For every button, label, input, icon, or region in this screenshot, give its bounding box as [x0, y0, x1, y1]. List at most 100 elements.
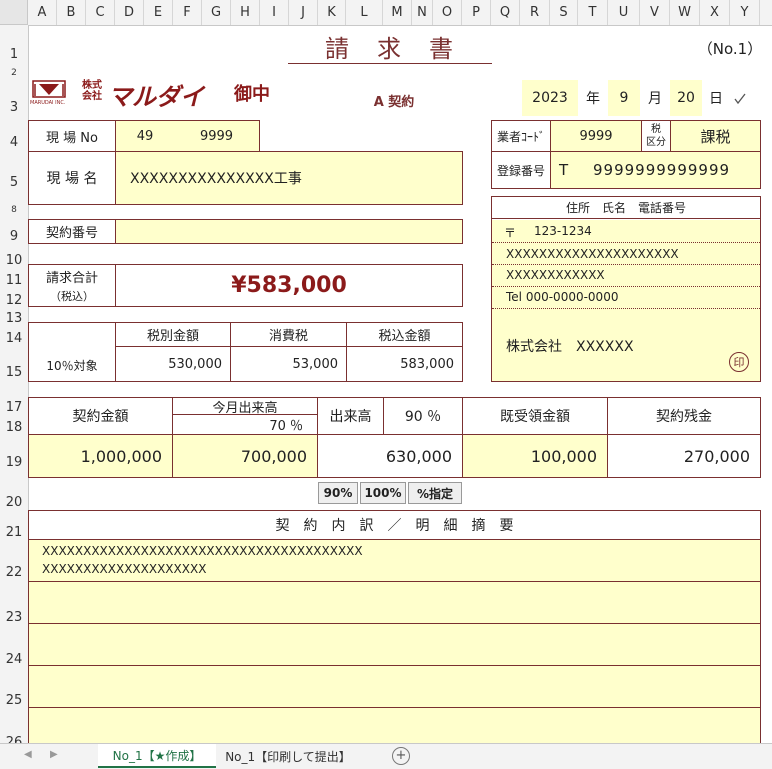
received-amount[interactable]: 100,000 — [462, 434, 608, 478]
month-unit: 月 — [648, 91, 662, 107]
column-header-F[interactable]: F — [173, 0, 202, 25]
postal-code[interactable]: 123-1234 — [534, 224, 592, 238]
row-header-24[interactable]: 24 — [0, 652, 28, 667]
column-header-B[interactable]: B — [57, 0, 86, 25]
column-header-N[interactable]: N — [412, 0, 433, 25]
details-line-1[interactable]: XXXXXXXXXXXXXXXXXXXXXXXXXXXXXXXXXXXXXXX — [42, 544, 363, 558]
received-label: 既受領金額 — [462, 397, 608, 435]
remaining-label: 契約残金 — [607, 397, 761, 435]
column-header-A[interactable]: A — [28, 0, 57, 25]
column-header-R[interactable]: R — [520, 0, 550, 25]
row-header-9[interactable]: 9 — [0, 229, 28, 244]
column-header-L[interactable]: L — [346, 0, 383, 25]
dekidaka-pct[interactable]: 90 ％ — [383, 397, 463, 435]
tel[interactable]: Tel 000-0000-0000 — [506, 290, 618, 304]
row-header-15[interactable]: 15 — [0, 365, 28, 380]
site-name-field[interactable]: XXXXXXXXXXXXXXX工事 — [115, 151, 463, 205]
day-field[interactable]: 20 — [670, 80, 702, 116]
column-header-K[interactable]: K — [318, 0, 346, 25]
row-header-25[interactable]: 25 — [0, 693, 28, 708]
contract-amount-field[interactable]: 1,000,000 — [28, 434, 173, 478]
row-header-10[interactable]: 10 — [0, 253, 28, 268]
postal-mark: 〒 — [504, 226, 517, 240]
reg-no-label: 登録番号 — [491, 151, 551, 189]
details-header: 契 約 内 訳 ／ 明 細 摘 要 — [28, 510, 761, 540]
column-header-D[interactable]: D — [115, 0, 144, 25]
column-header-C[interactable]: C — [86, 0, 115, 25]
scroll-right-icon[interactable]: ▶ — [50, 749, 58, 760]
month-field[interactable]: 9 — [608, 80, 640, 116]
site-no-1-field[interactable]: 49 — [115, 120, 175, 152]
row-header-3[interactable]: 3 — [0, 100, 28, 115]
column-header-E[interactable]: E — [144, 0, 173, 25]
address-line-1[interactable]: XXXXXXXXXXXXXXXXXXXXX — [506, 247, 679, 261]
row-header-1[interactable]: 1 — [0, 47, 28, 62]
row-header-21[interactable]: 21 — [0, 525, 28, 540]
logo-subtext: MARUDAI INC. — [30, 100, 66, 106]
contract-no-field[interactable] — [115, 219, 463, 244]
this-month-label: 今月出来高 — [172, 397, 318, 416]
row-header-13[interactable]: 13 — [0, 311, 28, 326]
row-header-20[interactable]: 20 — [0, 495, 28, 510]
column-header-T[interactable]: T — [578, 0, 608, 25]
column-header-P[interactable]: P — [462, 0, 491, 25]
tax-value-tax: 53,000 — [230, 346, 347, 382]
tax-header-incl: 税込金額 — [346, 322, 463, 347]
row-header-18[interactable]: 18 — [0, 420, 28, 435]
row-header-17[interactable]: 17 — [0, 400, 28, 415]
column-header-W[interactable]: W — [670, 0, 700, 25]
reg-no-field[interactable]: 9999999999999 — [593, 161, 730, 179]
row-header-14[interactable]: 14 — [0, 331, 28, 346]
day-unit: 日 — [709, 91, 723, 107]
row-header-5[interactable]: 5 — [0, 175, 28, 190]
site-no-2-field[interactable]: 9999 — [174, 120, 260, 152]
tax-kbn-field[interactable]: 課税 — [670, 120, 761, 152]
scroll-left-icon[interactable]: ◀ — [24, 749, 32, 760]
tax-row-label: 10％対象 — [46, 358, 98, 373]
column-header-V[interactable]: V — [640, 0, 670, 25]
total-amount: ¥583,000 — [115, 264, 463, 307]
column-header-Y[interactable]: Y — [730, 0, 760, 25]
document-title: 請 求 書 — [288, 30, 492, 64]
column-header-H[interactable]: H — [231, 0, 260, 25]
column-header-S[interactable]: S — [550, 0, 578, 25]
dekidaka-label: 出来高 — [317, 397, 384, 435]
select-all-corner[interactable] — [0, 0, 28, 25]
contract-no-label: 契約番号 — [28, 219, 116, 244]
column-header-M[interactable]: M — [383, 0, 412, 25]
tab-create[interactable]: No_1【★作成】 — [98, 744, 216, 768]
column-header-G[interactable]: G — [202, 0, 231, 25]
set-90-percent-button[interactable]: 90% — [318, 482, 358, 504]
row-header-8[interactable]: 8 — [0, 205, 28, 215]
column-header-bar: ABCDEFGHIJKLMNOPQRSTUVWXY — [0, 0, 772, 26]
set-100-percent-button[interactable]: 100% — [360, 482, 406, 504]
details-line-2[interactable]: XXXXXXXXXXXXXXXXXXXX — [42, 562, 206, 576]
this-month-pct[interactable]: 70 ％ — [172, 414, 318, 435]
row-header-2[interactable]: 2 — [0, 68, 28, 78]
total-label: 請求合計 — [45, 270, 98, 286]
vendor-code-field[interactable]: 9999 — [550, 120, 642, 152]
column-header-X[interactable]: X — [700, 0, 730, 25]
column-header-J[interactable]: J — [289, 0, 318, 25]
row-header-4[interactable]: 4 — [0, 135, 28, 150]
this-month-amount[interactable]: 700,000 — [172, 434, 318, 478]
tab-print-submit[interactable]: No_1【印刷して提出】 — [218, 744, 358, 768]
row-header-22[interactable]: 22 — [0, 565, 28, 580]
year-field[interactable]: 2023 — [522, 80, 578, 116]
add-sheet-icon[interactable]: + — [392, 747, 410, 765]
column-header-I[interactable]: I — [260, 0, 289, 25]
page-number: （No.1） — [697, 39, 763, 58]
column-header-O[interactable]: O — [433, 0, 462, 25]
site-no-label: 現 場 No — [28, 120, 116, 152]
contract-type: A 契約 — [373, 94, 415, 110]
row-header-19[interactable]: 19 — [0, 455, 28, 470]
column-header-Q[interactable]: Q — [491, 0, 520, 25]
row-header-11[interactable]: 11 — [0, 273, 28, 288]
row-header-23[interactable]: 23 — [0, 610, 28, 625]
custom-percent-button[interactable]: %指定 — [408, 482, 462, 504]
seal-icon: 印 — [729, 352, 749, 372]
address-line-2[interactable]: XXXXXXXXXXXX — [506, 268, 605, 282]
row-header-12[interactable]: 12 — [0, 293, 28, 308]
vendor-company[interactable]: 株式会社 XXXXXX — [506, 336, 634, 356]
column-header-U[interactable]: U — [608, 0, 640, 25]
